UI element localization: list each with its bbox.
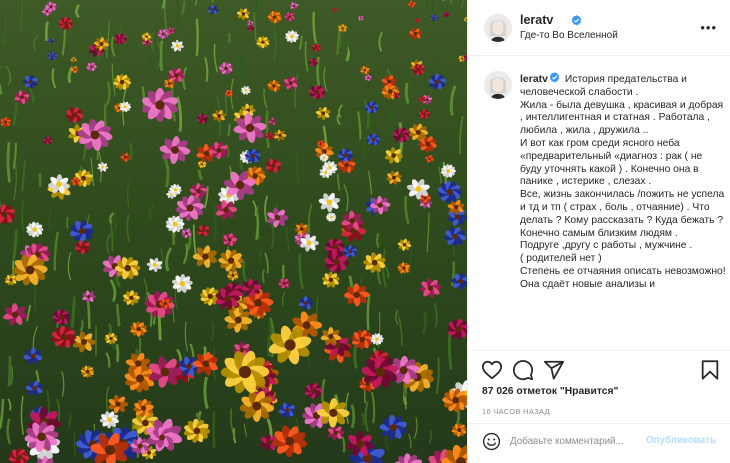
caption-username[interactable]: leratv <box>520 73 548 85</box>
comment-bar: Опубликовать <box>468 423 730 457</box>
grass-stem <box>366 293 371 331</box>
grass-stem <box>456 410 461 425</box>
grass-stem <box>115 343 120 362</box>
post-caption: leratv История предательства и человечес… <box>468 57 730 350</box>
comment-input[interactable] <box>510 432 642 450</box>
post-side-panel: leratv Где-то Во Вселенной ••• leratv Ис… <box>467 0 730 463</box>
grass-stem <box>211 0 215 3</box>
grass-stem <box>7 355 12 387</box>
caption-author-avatar[interactable] <box>484 71 512 99</box>
grass-stem <box>159 40 164 71</box>
comment-icon[interactable] <box>512 359 534 381</box>
verified-badge-icon <box>549 72 560 83</box>
flower-meadow-image <box>0 0 467 463</box>
post-timestamp[interactable]: 16 часов назад <box>482 407 550 416</box>
grass-stem <box>6 142 11 183</box>
paper-plane-icon[interactable] <box>543 359 565 381</box>
grass-stem <box>238 54 244 94</box>
likes-count[interactable]: 87 026 отметок "Нравится" <box>482 386 618 397</box>
author-avatar[interactable] <box>484 14 512 42</box>
grass-stem <box>44 21 49 41</box>
avatar-image <box>484 71 512 99</box>
post-actions: 87 026 отметок "Нравится" 16 часов назад… <box>468 350 730 456</box>
avatar-image <box>484 14 512 42</box>
grass-stem <box>129 142 133 161</box>
heart-icon[interactable] <box>481 359 503 381</box>
smiley-icon[interactable] <box>482 432 501 451</box>
publish-button[interactable]: Опубликовать <box>646 435 716 446</box>
author-username[interactable]: leratv <box>520 13 553 27</box>
verified-badge-icon <box>571 15 582 26</box>
caption-text: leratv История предательства и человечес… <box>520 72 726 292</box>
post-photo[interactable] <box>0 0 467 463</box>
grass-stem <box>316 56 321 87</box>
bookmark-icon[interactable] <box>699 359 721 381</box>
grass-stem <box>447 331 453 370</box>
grass-stem <box>38 173 42 187</box>
more-options-button[interactable]: ••• <box>700 20 717 35</box>
post-header: leratv Где-то Во Вселенной ••• <box>468 0 730 56</box>
caption-body: История предательства и человеческой сла… <box>520 74 726 290</box>
grass-stem <box>195 18 199 56</box>
post-location[interactable]: Где-то Во Вселенной <box>520 30 618 41</box>
